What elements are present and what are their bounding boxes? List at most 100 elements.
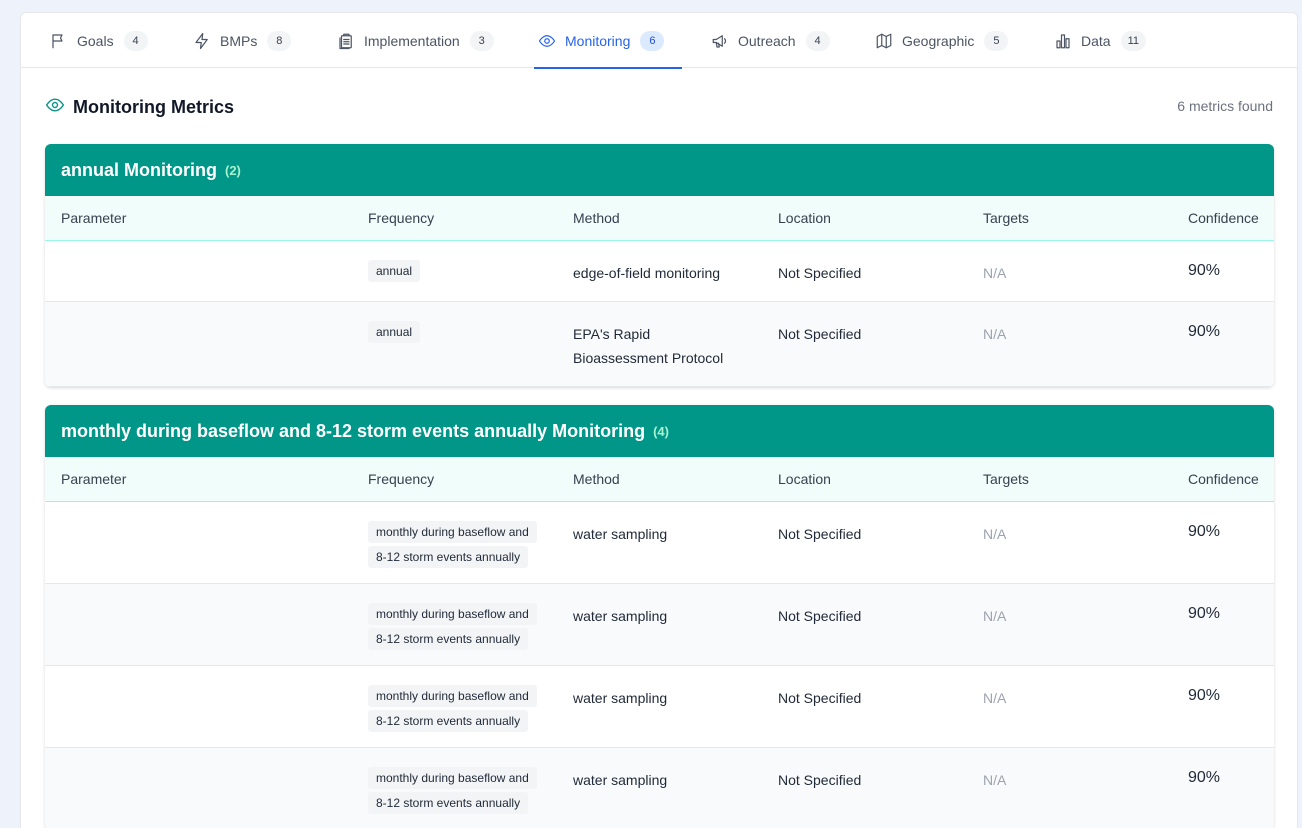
cell-location: Not Specified [762,501,967,584]
tab-data[interactable]: Data 11 [1053,13,1146,68]
tab-count-badge: 6 [640,30,665,51]
cell-location: Not Specified [762,240,967,302]
megaphone-icon [710,31,730,51]
column-header-confidence: Confidence [1172,457,1274,502]
cell-targets: N/A [967,301,1172,387]
main-card: Goals 4 BMPs 8 Implementation 3 Monitori… [20,12,1298,828]
tab-count-badge: 3 [469,30,494,51]
metrics-table: Parameter Frequency Method Location Targ… [45,457,1274,828]
cell-method: water sampling [557,501,762,584]
frequency-chip: monthly during baseflow and 8-12 storm e… [368,520,537,568]
tab-label: Monitoring [565,32,631,49]
tab-outreach[interactable]: Outreach 4 [710,13,830,68]
frequency-chip: monthly during baseflow and 8-12 storm e… [368,684,537,732]
metrics-table: Parameter Frequency Method Location Targ… [45,196,1274,387]
cell-confidence: 90% [1172,301,1274,387]
column-header-method: Method [557,196,762,241]
column-header-parameter: Parameter [45,196,352,241]
column-header-targets: Targets [967,196,1172,241]
table-header-row: Parameter Frequency Method Location Targ… [45,457,1274,502]
flag-icon [49,31,69,51]
frequency-chip: monthly during baseflow and 8-12 storm e… [368,602,537,650]
lightning-icon [192,31,212,51]
group-title: monthly during baseflow and 8-12 storm e… [61,420,646,441]
cell-location: Not Specified [762,583,967,666]
table-row: monthly during baseflow and 8-12 storm e… [45,501,1274,584]
cell-method: water sampling [557,747,762,828]
table-row: annual EPA's Rapid Bioassessment Protoco… [45,301,1274,387]
cell-confidence: 90% [1172,501,1274,584]
cell-frequency: monthly during baseflow and 8-12 storm e… [352,747,557,828]
map-icon [874,31,894,51]
cell-confidence: 90% [1172,240,1274,302]
cell-confidence: 90% [1172,665,1274,748]
eye-icon [45,95,65,120]
column-header-frequency: Frequency [352,196,557,241]
cell-method: water sampling [557,583,762,666]
cell-parameter [45,240,352,302]
cell-targets: N/A [967,583,1172,666]
frequency-chip: monthly during baseflow and 8-12 storm e… [368,766,537,814]
column-header-targets: Targets [967,457,1172,502]
tab-count-badge: 5 [984,30,1009,51]
group-header: annual Monitoring (2) [45,144,1274,196]
tab-implementation[interactable]: Implementation 3 [336,13,494,68]
section-title: Monitoring Metrics [73,97,234,117]
group-header: monthly during baseflow and 8-12 storm e… [45,405,1274,457]
table-row: monthly during baseflow and 8-12 storm e… [45,747,1274,828]
tab-bmps[interactable]: BMPs 8 [192,13,292,68]
bar-chart-icon [1053,31,1073,51]
metrics-count: 6 metrics found [1177,98,1273,114]
frequency-chip: annual [368,320,421,343]
tab-geographic[interactable]: Geographic 5 [874,13,1009,68]
table-header-row: Parameter Frequency Method Location Targ… [45,196,1274,241]
tab-bar: Goals 4 BMPs 8 Implementation 3 Monitori… [21,13,1297,69]
tab-label: Geographic [902,32,975,49]
monitoring-group-annual: annual Monitoring (2) Parameter Frequenc… [45,144,1274,387]
cell-confidence: 90% [1172,583,1274,666]
eye-icon [537,31,557,51]
cell-targets: N/A [967,665,1172,748]
tab-label: Data [1081,32,1111,49]
cell-targets: N/A [967,240,1172,302]
group-count: (2) [224,162,241,178]
tab-count-badge: 8 [267,30,292,51]
cell-targets: N/A [967,501,1172,584]
cell-parameter [45,747,352,828]
cell-location: Not Specified [762,747,967,828]
tab-label: Outreach [738,32,796,49]
column-header-frequency: Frequency [352,457,557,502]
tab-label: BMPs [220,32,258,49]
cell-frequency: annual [352,240,557,302]
section-heading: Monitoring Metrics [45,95,234,120]
cell-parameter [45,665,352,748]
cell-parameter [45,583,352,666]
tab-label: Goals [77,32,114,49]
cell-method: edge-of-field monitoring [557,240,762,302]
clipboard-icon [336,31,356,51]
table-row: monthly during baseflow and 8-12 storm e… [45,583,1274,666]
tab-label: Implementation [364,32,460,49]
tab-goals[interactable]: Goals 4 [49,13,148,68]
cell-targets: N/A [967,747,1172,828]
frequency-chip: annual [368,259,421,282]
cell-frequency: monthly during baseflow and 8-12 storm e… [352,665,557,748]
tab-monitoring[interactable]: Monitoring 6 [534,13,683,69]
cell-frequency: annual [352,301,557,387]
cell-frequency: monthly during baseflow and 8-12 storm e… [352,501,557,584]
column-header-confidence: Confidence [1172,196,1274,241]
column-header-location: Location [762,196,967,241]
cell-parameter [45,501,352,584]
monitoring-group-monthly: monthly during baseflow and 8-12 storm e… [45,405,1274,828]
cell-frequency: monthly during baseflow and 8-12 storm e… [352,583,557,666]
cell-location: Not Specified [762,301,967,387]
group-title: annual Monitoring [61,159,217,180]
table-row: annual edge-of-field monitoring Not Spec… [45,240,1274,302]
column-header-parameter: Parameter [45,457,352,502]
tab-count-badge: 4 [805,30,830,51]
column-header-method: Method [557,457,762,502]
cell-confidence: 90% [1172,747,1274,828]
column-header-location: Location [762,457,967,502]
table-row: monthly during baseflow and 8-12 storm e… [45,665,1274,748]
cell-method: EPA's Rapid Bioassessment Protocol [557,301,762,387]
